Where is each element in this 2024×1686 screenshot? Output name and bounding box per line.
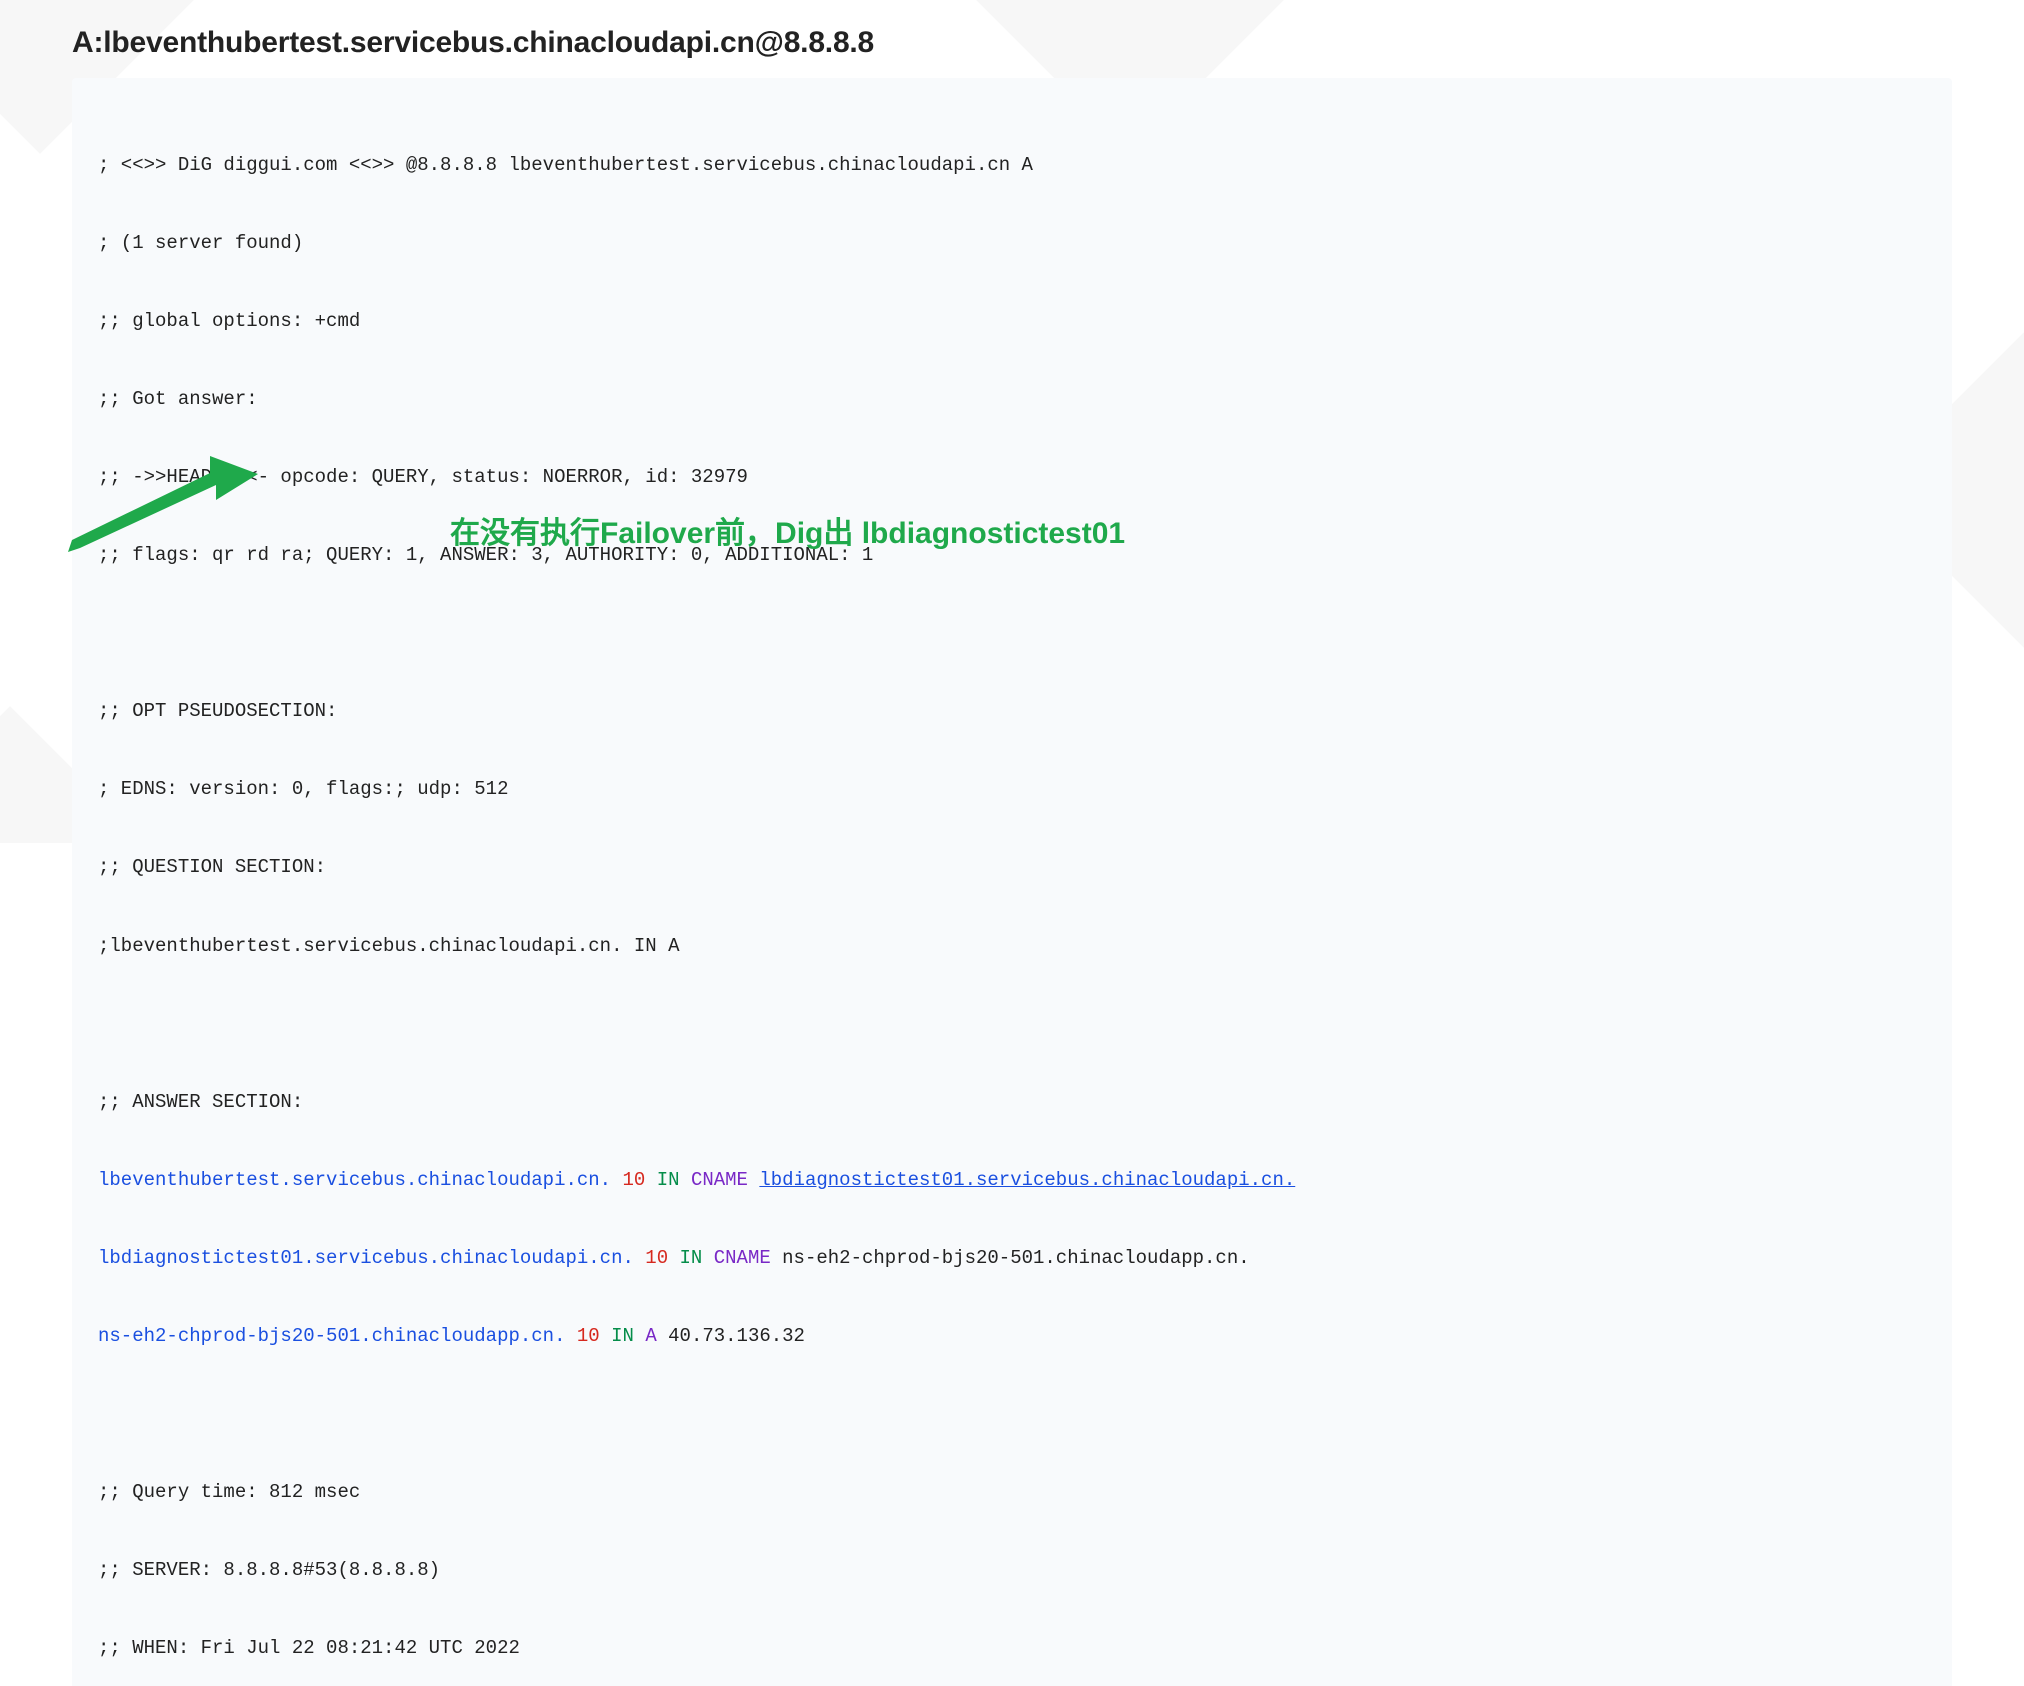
answer-type: A [645, 1325, 656, 1347]
dig-header-line: ;; Got answer: [98, 386, 1926, 412]
dig-footer-line: ;; SERVER: 8.8.8.8#53(8.8.8.8) [98, 1557, 1926, 1583]
blank-line [98, 1401, 1926, 1427]
dig-answer-row: lbeventhubertest.servicebus.chinacloudap… [98, 1167, 1926, 1193]
answer-ttl: 10 [577, 1325, 600, 1347]
answer-host: ns-eh2-chprod-bjs20-501.chinacloudapp.cn… [98, 1325, 565, 1347]
answer-type: CNAME [714, 1247, 771, 1269]
dig-header-line: ;; flags: qr rd ra; QUERY: 1, ANSWER: 3,… [98, 542, 1926, 568]
dig-opt-line: ; EDNS: version: 0, flags:; udp: 512 [98, 776, 1926, 802]
answer-host: lbeventhubertest.servicebus.chinacloudap… [98, 1169, 611, 1191]
answer-class: IN [657, 1169, 680, 1191]
dig-answer-heading: ;; ANSWER SECTION: [98, 1089, 1926, 1115]
answer-type: CNAME [691, 1169, 748, 1191]
answer-target: ns-eh2-chprod-bjs20-501.chinacloudapp.cn… [782, 1247, 1249, 1269]
dig-opt-line: ;; QUESTION SECTION: [98, 854, 1926, 880]
dig-header-line: ;; global options: +cmd [98, 308, 1926, 334]
blank-line [98, 620, 1926, 646]
dig-header-line: ; <<>> DiG diggui.com <<>> @8.8.8.8 lbev… [98, 152, 1926, 178]
answer-host: lbdiagnostictest01.servicebus.chinacloud… [98, 1247, 634, 1269]
answer-target: 40.73.136.32 [668, 1325, 805, 1347]
answer-ttl: 10 [645, 1247, 668, 1269]
blank-line [98, 1011, 1926, 1037]
dig-footer-line: ;; Query time: 812 msec [98, 1479, 1926, 1505]
dig-answer-row: lbdiagnostictest01.servicebus.chinacloud… [98, 1245, 1926, 1271]
answer-target-link[interactable]: lbdiagnostictest01.servicebus.chinacloud… [759, 1169, 1295, 1191]
answer-class: IN [680, 1247, 703, 1269]
page-container: A:lbeventhubertest.servicebus.chinacloud… [0, 0, 2024, 1686]
dig-output-block: ; <<>> DiG diggui.com <<>> @8.8.8.8 lbev… [72, 78, 1952, 1686]
answer-class: IN [611, 1325, 634, 1347]
page-title: A:lbeventhubertest.servicebus.chinacloud… [72, 26, 1952, 60]
dig-opt-line: ;lbeventhubertest.servicebus.chinaclouda… [98, 933, 1926, 959]
dig-opt-line: ;; OPT PSEUDOSECTION: [98, 698, 1926, 724]
dig-header-line: ;; ->>HEADER<<- opcode: QUERY, status: N… [98, 464, 1926, 490]
dig-answer-row: ns-eh2-chprod-bjs20-501.chinacloudapp.cn… [98, 1323, 1926, 1349]
dig-header-line: ; (1 server found) [98, 230, 1926, 256]
answer-ttl: 10 [623, 1169, 646, 1191]
dig-footer-line: ;; WHEN: Fri Jul 22 08:21:42 UTC 2022 [98, 1635, 1926, 1661]
